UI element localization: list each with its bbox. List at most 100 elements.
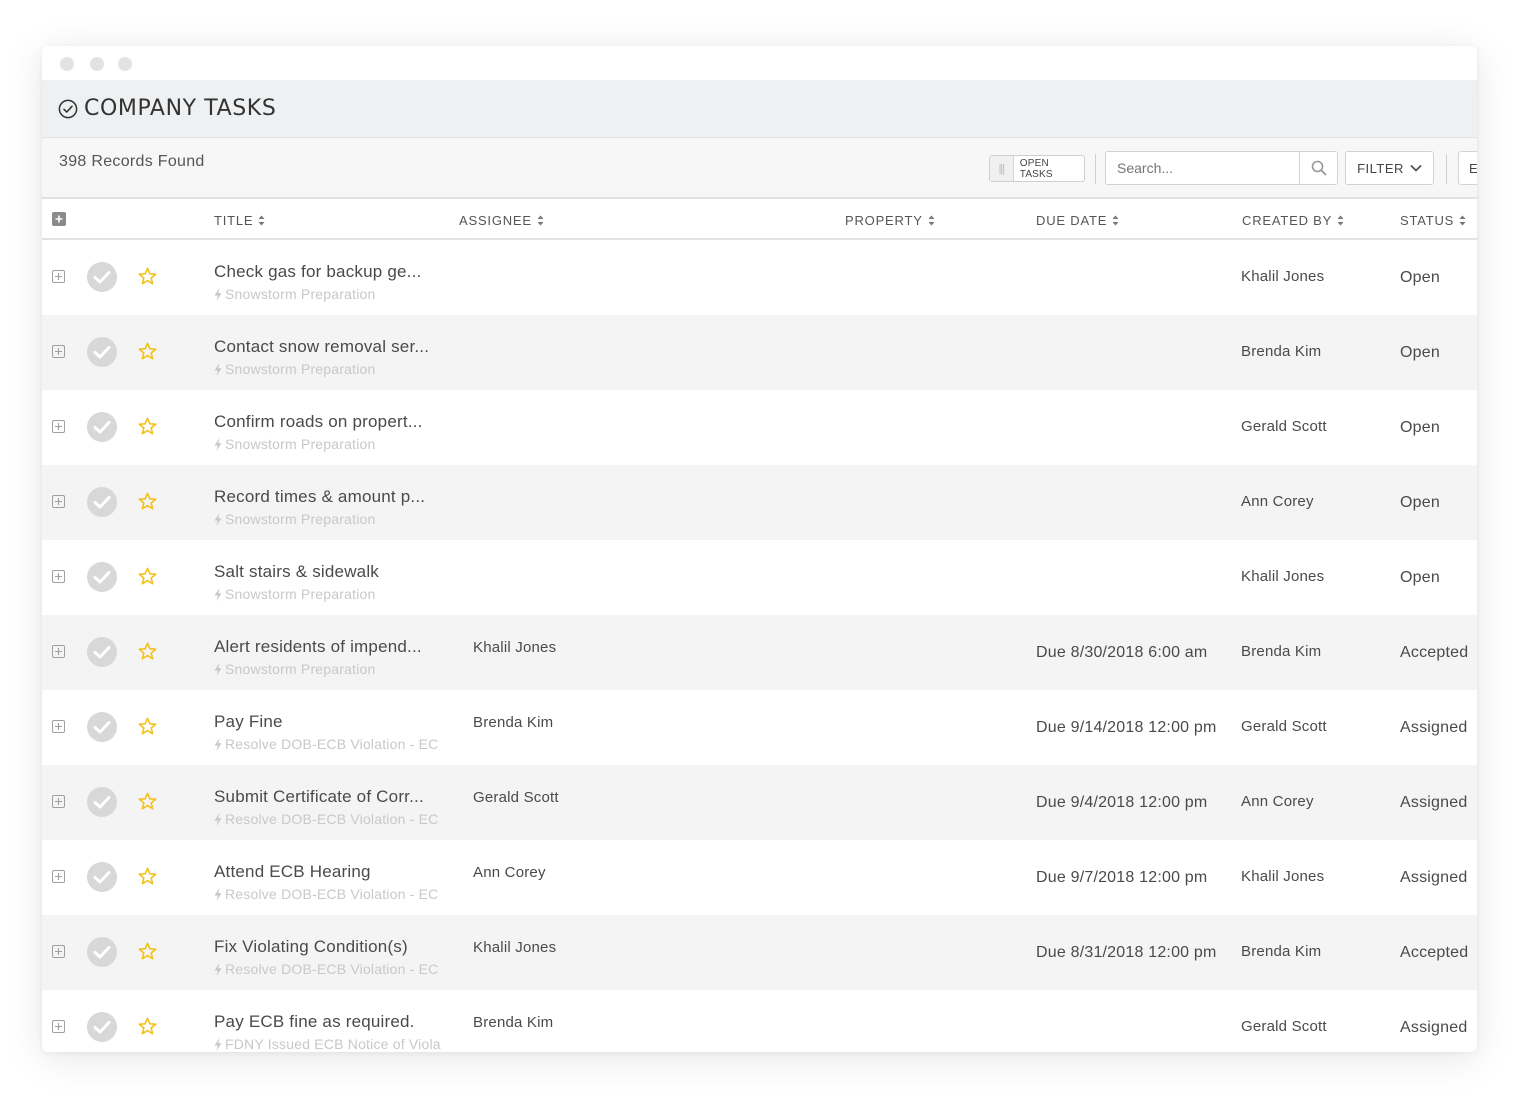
star-icon[interactable]: [138, 792, 157, 811]
task-group-label: Snowstorm Preparation: [225, 661, 376, 677]
star-icon[interactable]: [138, 1017, 157, 1036]
star-icon[interactable]: [138, 942, 157, 961]
task-title-cell[interactable]: Check gas for backup ge... Snowstorm Pre…: [214, 262, 454, 302]
task-group: Snowstorm Preparation: [214, 361, 450, 377]
table-row[interactable]: Submit Certificate of Corr... Resolve DO…: [42, 765, 1477, 840]
table-row[interactable]: Contact snow removal ser... Snowstorm Pr…: [42, 315, 1477, 390]
task-title[interactable]: Contact snow removal ser...: [214, 337, 454, 357]
bolt-icon: [214, 587, 222, 601]
check-icon: [93, 646, 111, 659]
table-row[interactable]: Salt stairs & sidewalk Snowstorm Prepara…: [42, 540, 1477, 615]
task-title-cell[interactable]: Attend ECB Hearing Resolve DOB-ECB Viola…: [214, 862, 454, 902]
filter-button[interactable]: FILTER: [1345, 151, 1434, 185]
task-title-cell[interactable]: Submit Certificate of Corr... Resolve DO…: [214, 787, 454, 827]
status-cell: Accepted: [1400, 644, 1469, 661]
complete-task-button[interactable]: [87, 937, 117, 967]
status-cell: Assigned: [1400, 869, 1468, 886]
star-icon[interactable]: [138, 417, 157, 436]
task-group-label: Snowstorm Preparation: [225, 436, 376, 452]
plus-square-icon[interactable]: [52, 1020, 65, 1033]
plus-square-icon[interactable]: [52, 345, 65, 358]
task-title-cell[interactable]: Record times & amount p... Snowstorm Pre…: [214, 487, 454, 527]
created-by-cell: Ann Corey: [1241, 793, 1314, 810]
table-row[interactable]: Confirm roads on propert... Snowstorm Pr…: [42, 390, 1477, 465]
task-group-label: Resolve DOB-ECB Violation - EC: [225, 961, 439, 977]
task-title[interactable]: Alert residents of impend...: [214, 637, 454, 657]
star-icon[interactable]: [138, 267, 157, 286]
status-cell: Open: [1400, 269, 1440, 286]
status-cell: Accepted: [1400, 944, 1469, 961]
task-title[interactable]: Check gas for backup ge...: [214, 262, 454, 282]
open-tasks-toggle[interactable]: ||| OPEN TASKS: [989, 155, 1085, 182]
complete-task-button[interactable]: [87, 562, 117, 592]
task-title-cell[interactable]: Pay Fine Resolve DOB-ECB Violation - EC: [214, 712, 454, 752]
plus-square-icon[interactable]: [52, 645, 65, 658]
task-title[interactable]: Pay ECB fine as required.: [214, 1012, 454, 1032]
window-minimize-dot[interactable]: [90, 57, 104, 71]
task-title-cell[interactable]: Pay ECB fine as required. FDNY Issued EC…: [214, 1012, 454, 1052]
plus-square-icon[interactable]: [52, 870, 65, 883]
search-input[interactable]: [1105, 151, 1300, 185]
table-row[interactable]: Attend ECB Hearing Resolve DOB-ECB Viola…: [42, 840, 1477, 915]
task-title[interactable]: Confirm roads on propert...: [214, 412, 454, 432]
window-maximize-dot[interactable]: [118, 57, 132, 71]
export-button[interactable]: E: [1458, 151, 1477, 185]
complete-task-button[interactable]: [87, 487, 117, 517]
table-row[interactable]: Check gas for backup ge... Snowstorm Pre…: [42, 240, 1477, 315]
task-title[interactable]: Record times & amount p...: [214, 487, 454, 507]
column-header-created-by[interactable]: CREATED BY: [1242, 213, 1344, 228]
task-title[interactable]: Pay Fine: [214, 712, 454, 732]
star-icon[interactable]: [138, 567, 157, 586]
table-row[interactable]: Pay Fine Resolve DOB-ECB Violation - EC …: [42, 690, 1477, 765]
complete-task-button[interactable]: [87, 412, 117, 442]
window-close-dot[interactable]: [60, 57, 74, 71]
plus-square-icon[interactable]: [52, 420, 65, 433]
task-title[interactable]: Submit Certificate of Corr...: [214, 787, 454, 807]
task-title-cell[interactable]: Salt stairs & sidewalk Snowstorm Prepara…: [214, 562, 454, 602]
complete-task-button[interactable]: [87, 712, 117, 742]
table-row[interactable]: Pay ECB fine as required. FDNY Issued EC…: [42, 990, 1477, 1052]
table-row[interactable]: Fix Violating Condition(s) Resolve DOB-E…: [42, 915, 1477, 990]
column-header-title[interactable]: TITLE: [214, 213, 265, 228]
star-icon[interactable]: [138, 642, 157, 661]
status-cell: Assigned: [1400, 719, 1468, 736]
expand-all-icon[interactable]: [52, 212, 66, 226]
status-cell: Assigned: [1400, 1019, 1468, 1036]
plus-square-icon[interactable]: [52, 495, 65, 508]
filter-label: FILTER: [1357, 160, 1404, 176]
star-icon[interactable]: [138, 717, 157, 736]
column-header-status[interactable]: STATUS: [1400, 213, 1466, 228]
task-title[interactable]: Fix Violating Condition(s): [214, 937, 454, 957]
plus-square-icon[interactable]: [52, 570, 65, 583]
plus-square-icon[interactable]: [52, 270, 65, 283]
assignee-cell: Gerald Scott: [473, 789, 559, 806]
plus-square-icon[interactable]: [52, 795, 65, 808]
search-button[interactable]: [1300, 151, 1338, 185]
complete-task-button[interactable]: [87, 337, 117, 367]
complete-task-button[interactable]: [87, 862, 117, 892]
task-title-cell[interactable]: Fix Violating Condition(s) Resolve DOB-E…: [214, 937, 454, 977]
star-icon[interactable]: [138, 492, 157, 511]
complete-task-button[interactable]: [87, 787, 117, 817]
plus-square-icon[interactable]: [52, 945, 65, 958]
task-title-cell[interactable]: Confirm roads on propert... Snowstorm Pr…: [214, 412, 454, 452]
column-header-due-date[interactable]: DUE DATE: [1036, 213, 1119, 228]
column-header-assignee[interactable]: ASSIGNEE: [459, 213, 544, 228]
task-group: Resolve DOB-ECB Violation - EC: [214, 961, 450, 977]
task-title-cell[interactable]: Contact snow removal ser... Snowstorm Pr…: [214, 337, 454, 377]
task-title[interactable]: Attend ECB Hearing: [214, 862, 454, 882]
plus-square-icon[interactable]: [52, 720, 65, 733]
column-header-property[interactable]: PROPERTY: [845, 213, 935, 228]
star-icon[interactable]: [138, 867, 157, 886]
table-row[interactable]: Record times & amount p... Snowstorm Pre…: [42, 465, 1477, 540]
table-row[interactable]: Alert residents of impend... Snowstorm P…: [42, 615, 1477, 690]
complete-task-button[interactable]: [87, 1012, 117, 1042]
complete-task-button[interactable]: [87, 637, 117, 667]
complete-task-button[interactable]: [87, 262, 117, 292]
bolt-icon: [214, 437, 222, 451]
star-icon[interactable]: [138, 342, 157, 361]
window-chrome: [42, 46, 1477, 80]
task-title-cell[interactable]: Alert residents of impend... Snowstorm P…: [214, 637, 454, 677]
check-icon: [93, 571, 111, 584]
task-title[interactable]: Salt stairs & sidewalk: [214, 562, 454, 582]
